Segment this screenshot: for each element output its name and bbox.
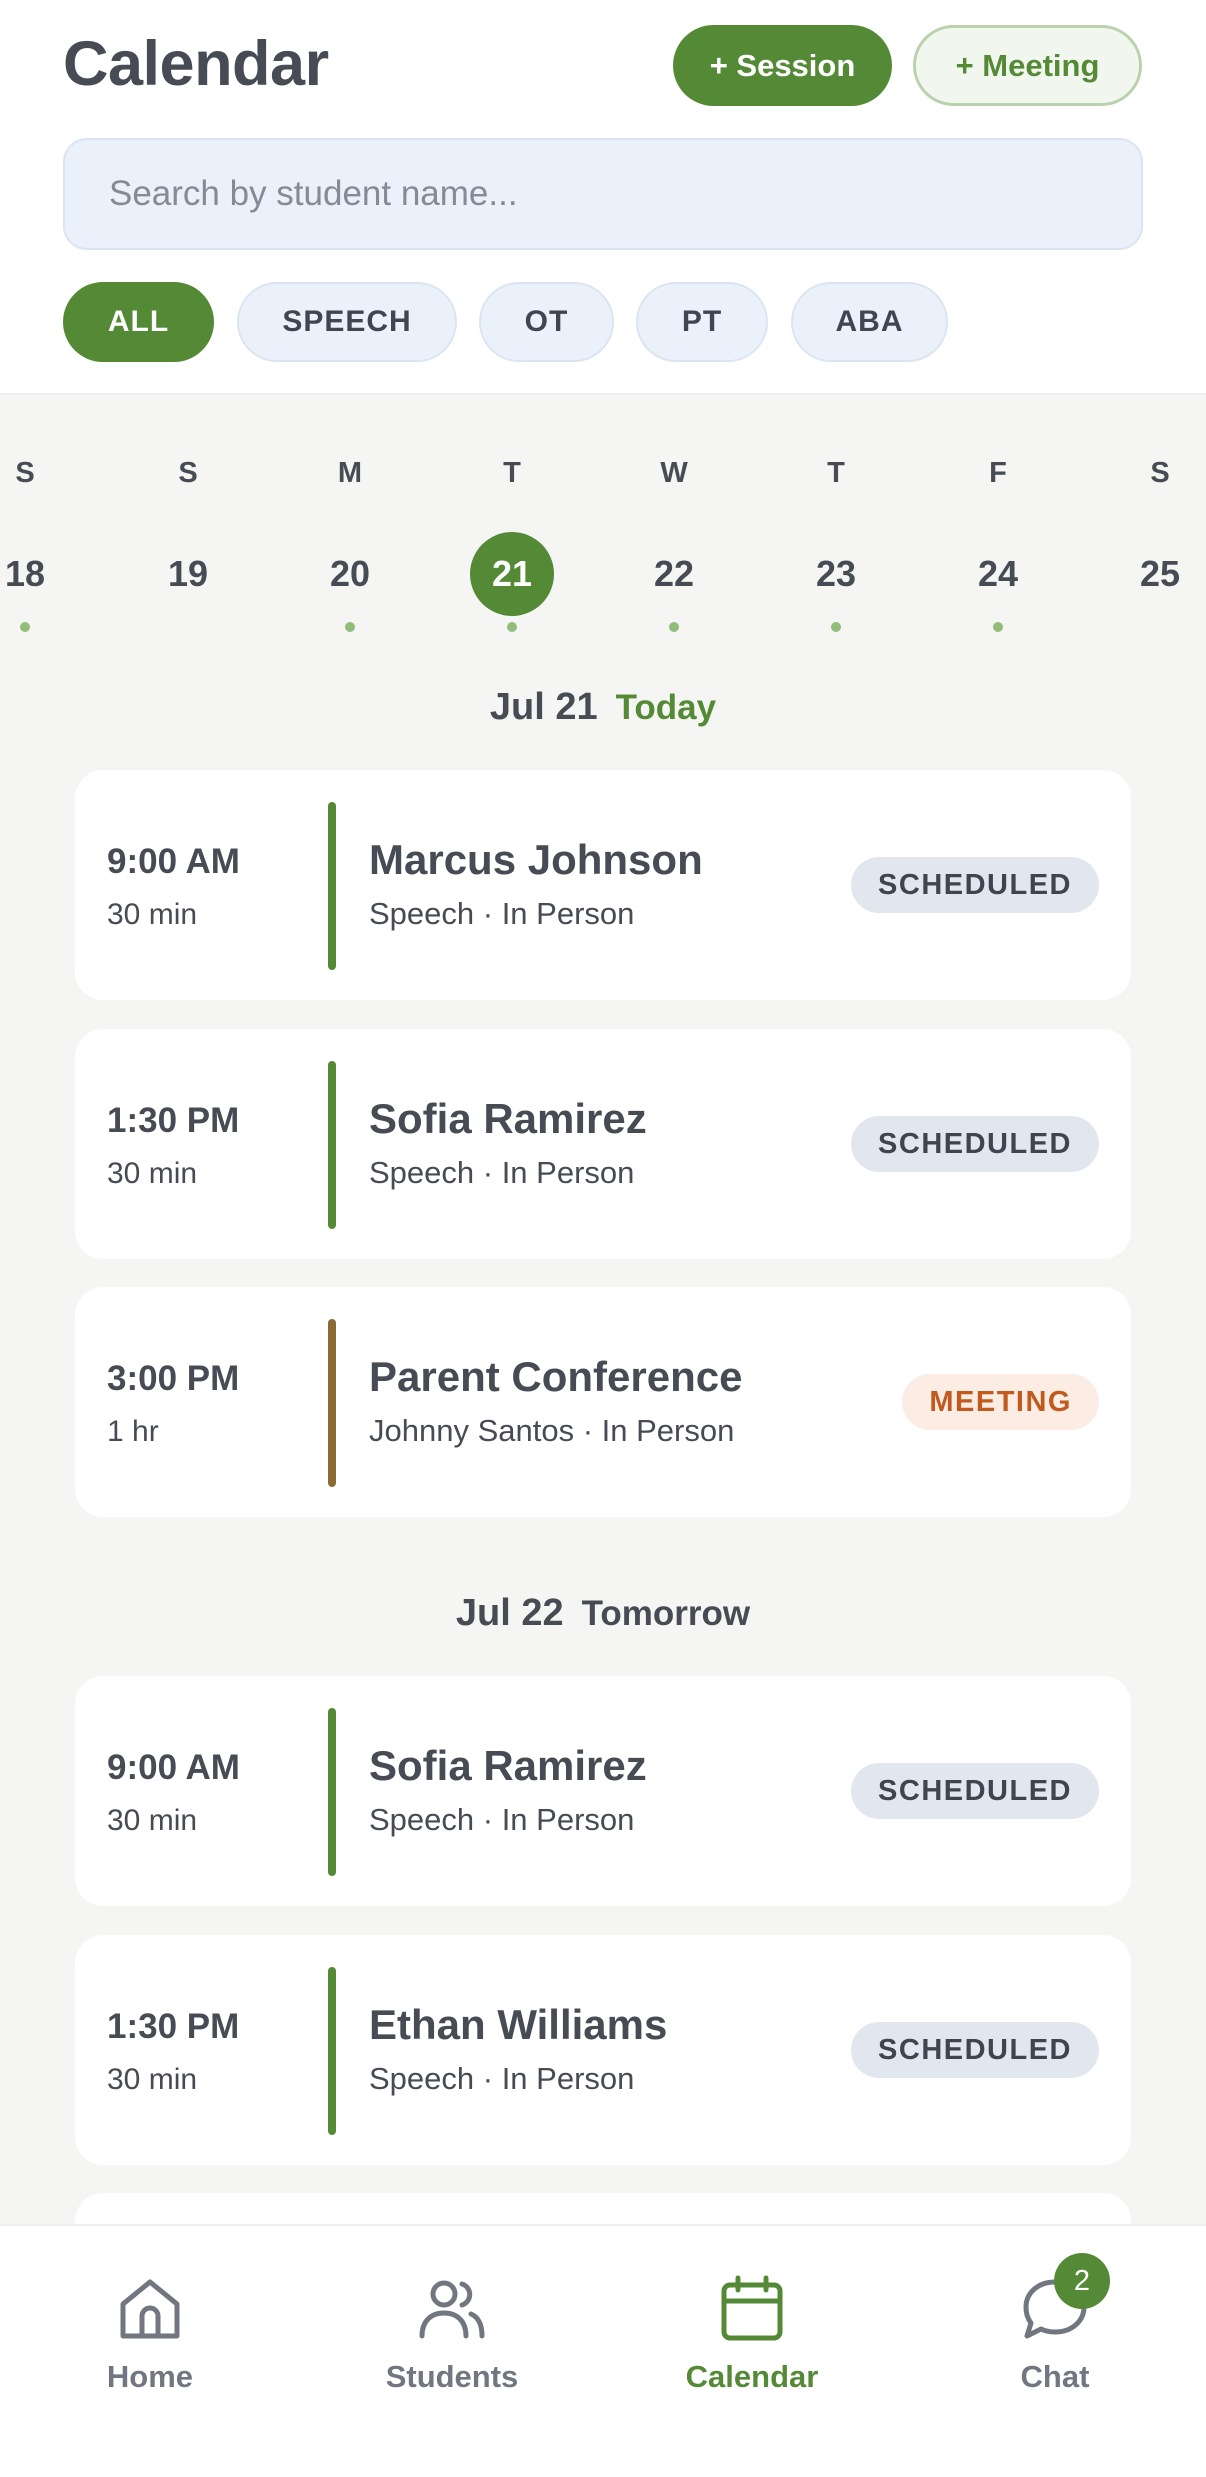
week-day-23[interactable]: T 23 xyxy=(781,455,891,632)
event-title: Marcus Johnson xyxy=(369,836,703,883)
tab-students[interactable]: Students xyxy=(352,2274,552,2395)
weekday-letter: M xyxy=(337,457,363,489)
event-subtitle: Speech · In Person xyxy=(369,2061,635,2096)
weekday-letter: W xyxy=(660,457,688,489)
week-day-18[interactable]: S 18 xyxy=(0,455,80,632)
event-duration: 30 min xyxy=(107,898,198,931)
day-number: 24 xyxy=(977,553,1019,594)
event-time: 3:00 PM xyxy=(107,1359,240,1398)
event-card[interactable]: 9:00 AM 30 min Sofia Ramirez Speech · In… xyxy=(75,1676,1131,1906)
event-time: 9:00 AM xyxy=(107,1748,240,1787)
header: Calendar + Session + Meeting ALL SPEECH … xyxy=(0,0,1206,395)
event-type-bar xyxy=(328,1061,336,1229)
event-subtitle: Speech · In Person xyxy=(369,1155,635,1190)
bottom-tab-bar: Home Students Calendar Chat xyxy=(0,2224,1206,2477)
weekday-letter: T xyxy=(503,457,521,489)
day-number: 19 xyxy=(167,553,209,594)
home-icon xyxy=(120,2279,180,2339)
date-label: Jul 21 xyxy=(489,686,598,728)
relative-day-label: Tomorrow xyxy=(581,1594,751,1633)
filter-chip-aba[interactable]: ABA xyxy=(791,282,948,362)
event-dot xyxy=(993,622,1003,632)
event-card[interactable]: 3:00 PM 1 hr Parent Conference Johnny Sa… xyxy=(75,1287,1131,1517)
filter-chip-ot[interactable]: OT xyxy=(479,282,614,362)
week-day-20[interactable]: M 20 xyxy=(295,455,405,632)
event-dot xyxy=(831,622,841,632)
event-title: Ethan Williams xyxy=(369,2001,668,2048)
date-header-tomorrow: Jul 22 Tomorrow xyxy=(0,1592,1206,1635)
tab-label: Students xyxy=(385,2359,519,2394)
event-card[interactable]: 1:30 PM 30 min Ethan Williams Speech · I… xyxy=(75,1935,1131,2165)
event-type-bar xyxy=(328,1967,336,2135)
day-number: 25 xyxy=(1139,553,1181,594)
week-day-22[interactable]: W 22 xyxy=(619,455,729,632)
week-day-21[interactable]: T 21 xyxy=(457,455,567,632)
tab-chat[interactable]: Chat xyxy=(955,2274,1155,2395)
weekday-letter: F xyxy=(989,457,1007,489)
chat-unread-badge: 2 xyxy=(1054,2253,1110,2309)
add-session-button[interactable]: + Session xyxy=(673,25,892,106)
day-number: 22 xyxy=(653,553,695,594)
status-badge: SCHEDULED xyxy=(851,2022,1099,2078)
status-badge: SCHEDULED xyxy=(851,857,1099,913)
add-meeting-button[interactable]: + Meeting xyxy=(913,25,1142,106)
day-number: 23 xyxy=(815,553,857,594)
filter-chip-pt[interactable]: PT xyxy=(636,282,768,362)
event-dot xyxy=(669,622,679,632)
page-title: Calendar xyxy=(63,29,329,99)
search-input[interactable] xyxy=(65,140,1141,248)
event-time: 1:30 PM xyxy=(107,1101,240,1140)
filter-chip-all[interactable]: ALL xyxy=(63,282,214,362)
event-duration: 1 hr xyxy=(107,1415,159,1448)
event-dot xyxy=(20,622,30,632)
event-type-bar xyxy=(328,1708,336,1876)
relative-day-label: Today xyxy=(615,688,717,727)
event-subtitle: Johnny Santos · In Person xyxy=(369,1413,735,1448)
tab-label: Home xyxy=(106,2359,194,2394)
week-day-24[interactable]: F 24 xyxy=(943,455,1053,632)
day-number-selected: 21 xyxy=(470,532,554,616)
event-subtitle: Speech · In Person xyxy=(369,896,635,931)
filter-chip-speech[interactable]: SPEECH xyxy=(237,282,457,362)
calendar-icon xyxy=(721,2275,783,2341)
event-duration: 30 min xyxy=(107,2063,198,2096)
day-number: 20 xyxy=(329,553,371,594)
week-day-19[interactable]: S 19 xyxy=(133,455,243,632)
tab-home[interactable]: Home xyxy=(50,2274,250,2395)
week-day-25[interactable]: S 25 xyxy=(1105,455,1206,632)
event-title: Sofia Ramirez xyxy=(369,1742,647,1789)
search-field[interactable] xyxy=(63,138,1143,250)
event-type-bar xyxy=(328,1319,336,1487)
event-subtitle: Speech · In Person xyxy=(369,1802,635,1837)
status-badge: SCHEDULED xyxy=(851,1763,1099,1819)
event-card[interactable]: 9:00 AM 30 min Marcus Johnson Speech · I… xyxy=(75,770,1131,1000)
event-time: 9:00 AM xyxy=(107,842,240,881)
date-header-today: Jul 21 Today xyxy=(0,686,1206,729)
tab-calendar[interactable]: Calendar xyxy=(652,2274,852,2395)
date-label: Jul 22 xyxy=(455,1592,564,1634)
event-dot xyxy=(183,622,193,632)
event-card[interactable]: 1:30 PM 30 min Sofia Ramirez Speech · In… xyxy=(75,1029,1131,1259)
tab-label: Calendar xyxy=(685,2359,819,2394)
status-badge: SCHEDULED xyxy=(851,1116,1099,1172)
users-icon xyxy=(419,2280,485,2339)
tab-label: Chat xyxy=(1020,2359,1090,2394)
weekday-letter: S xyxy=(15,457,35,489)
status-badge: MEETING xyxy=(902,1374,1099,1430)
event-dot xyxy=(1155,622,1165,632)
event-time: 1:30 PM xyxy=(107,2007,240,2046)
day-number: 18 xyxy=(4,553,46,594)
event-dot xyxy=(507,622,517,632)
event-duration: 30 min xyxy=(107,1157,198,1190)
event-dot xyxy=(345,622,355,632)
weekday-letter: S xyxy=(1150,457,1170,489)
event-title: Sofia Ramirez xyxy=(369,1095,647,1142)
event-title: Parent Conference xyxy=(369,1353,743,1400)
event-duration: 30 min xyxy=(107,1804,198,1837)
weekday-letter: T xyxy=(827,457,845,489)
event-type-bar xyxy=(328,802,336,970)
weekday-letter: S xyxy=(178,457,198,489)
